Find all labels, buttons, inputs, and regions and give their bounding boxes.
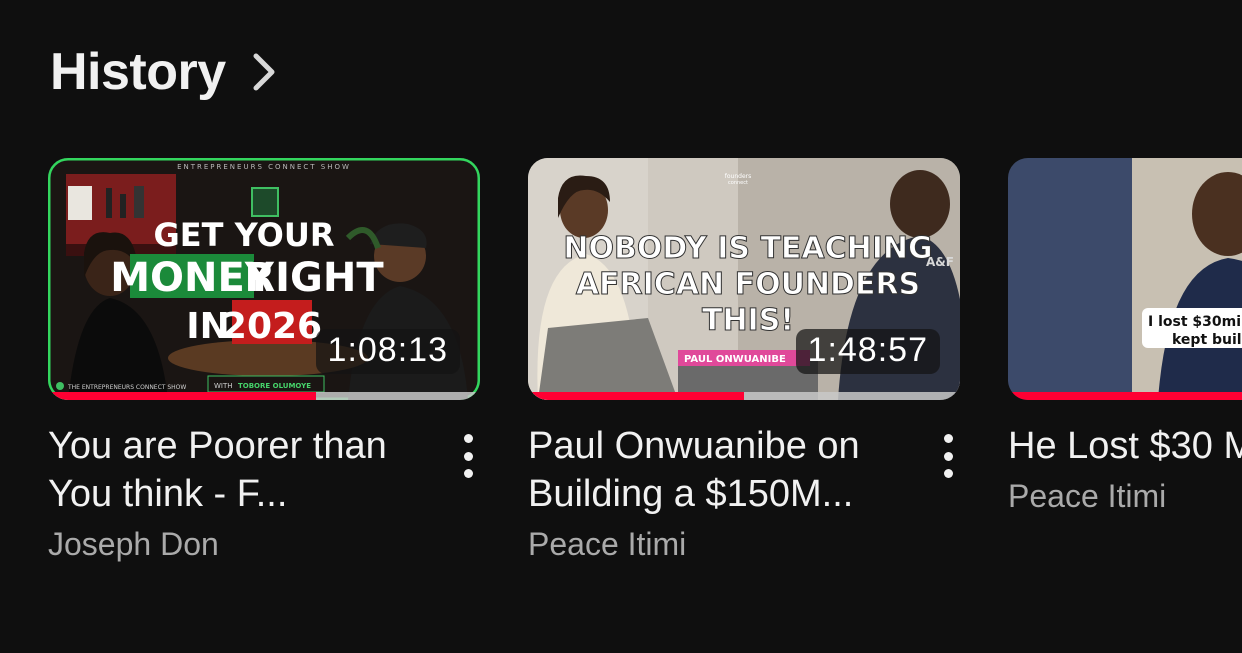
thumb-footer-left: THE ENTREPRENEURS CONNECT SHOW	[67, 384, 186, 391]
thumb-caption-2: kept buil	[1172, 332, 1242, 348]
video-meta: Paul Onwuanibe on Building a $150M... Pe…	[528, 422, 960, 563]
history-shelf: ENTREPRENEURS CONNECT SHOW GET YOUR MONE…	[0, 158, 1242, 598]
watch-progress-fill	[528, 392, 744, 400]
video-card[interactable]: ENTREPRENEURS CONNECT SHOW GET YOUR MONE…	[48, 158, 480, 563]
more-options-icon[interactable]	[456, 434, 480, 478]
thumb-footer-name: TOBORE OLUMOYE	[238, 382, 311, 390]
thumb-line1: GET YOUR	[154, 216, 335, 254]
thumb-logo-2: connect	[728, 180, 748, 186]
video-title[interactable]: You are Poorer than You think - F...	[48, 422, 420, 518]
thumbnail-image: I lost $30mill kept buil	[1008, 158, 1242, 400]
watch-progress-fill	[1008, 392, 1242, 400]
channel-name[interactable]: Joseph Don	[48, 526, 420, 563]
watch-progress-bar	[1008, 392, 1242, 400]
video-title[interactable]: He Lost $30 Million, 3,00	[1008, 422, 1242, 470]
duration-badge: 1:08:13	[315, 329, 460, 374]
thumb-logo-1: founders	[725, 173, 751, 180]
watch-progress-bar	[528, 392, 960, 400]
thumb-line3b: 2026	[222, 306, 322, 347]
thumb-line2: AFRICAN FOUNDERS	[576, 267, 920, 302]
video-thumbnail[interactable]: I lost $30mill kept buil	[1008, 158, 1242, 400]
video-thumbnail[interactable]: ENTREPRENEURS CONNECT SHOW GET YOUR MONE…	[48, 158, 480, 400]
thumb-line2b: RIGHT	[244, 255, 384, 301]
video-card[interactable]: I lost $30mill kept buil He Lost $30 Mil…	[1008, 158, 1242, 515]
thumb-name-tag: PAUL ONWUANIBE	[684, 354, 786, 365]
channel-name[interactable]: Peace Itimi	[1008, 478, 1242, 515]
video-meta: He Lost $30 Million, 3,00 Peace Itimi	[1008, 422, 1242, 515]
thumb-footer-with: WITH	[214, 382, 233, 390]
section-header[interactable]: History	[50, 40, 280, 104]
thumb-caption-1: I lost $30mill	[1148, 314, 1242, 330]
video-meta: You are Poorer than You think - F... Jos…	[48, 422, 480, 563]
video-title[interactable]: Paul Onwuanibe on Building a $150M...	[528, 422, 900, 518]
thumb-line3: THIS!	[702, 303, 794, 338]
video-card[interactable]: A&F founders connect NOBODY IS TEACHING …	[528, 158, 960, 563]
watch-progress-fill	[48, 392, 316, 400]
video-thumbnail[interactable]: A&F founders connect NOBODY IS TEACHING …	[528, 158, 960, 400]
channel-name[interactable]: Peace Itimi	[528, 526, 900, 563]
chevron-right-icon[interactable]	[250, 50, 280, 94]
section-title: History	[50, 43, 226, 101]
thumb-top-banner: ENTREPRENEURS CONNECT SHOW	[177, 163, 351, 171]
thumb-line1: NOBODY IS TEACHING	[563, 231, 932, 266]
more-options-icon[interactable]	[936, 434, 960, 478]
watch-progress-bar	[48, 392, 480, 400]
duration-badge: 1:48:57	[795, 329, 940, 374]
